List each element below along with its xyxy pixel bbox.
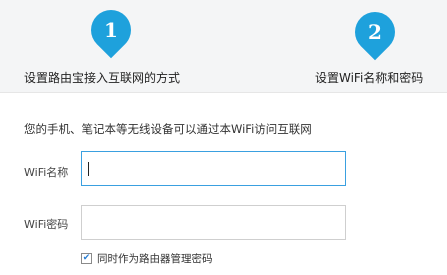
text-cursor	[88, 162, 89, 176]
step-1-pin-icon: 1	[82, 1, 140, 59]
wifi-password-input[interactable]	[81, 205, 346, 240]
wifi-password-label: WiFi密码	[24, 218, 69, 231]
step-1-number: 1	[104, 18, 118, 42]
wifi-setup-page: 1 设置路由宝接入互联网的方式 2 设置WiFi名称和密码 您的手机、笔记本等无…	[0, 0, 447, 275]
admin-password-checkbox[interactable]: ✔	[81, 253, 92, 264]
admin-password-option[interactable]: ✔ 同时作为路由器管理密码	[81, 251, 213, 266]
checkmark-icon: ✔	[82, 253, 91, 263]
wifi-name-label: WiFi名称	[24, 166, 69, 179]
wifi-name-input[interactable]	[81, 151, 346, 186]
step-1-label: 设置路由宝接入互联网的方式	[24, 71, 181, 85]
step-2-number: 2	[368, 20, 382, 44]
step-2-pin-icon: 2	[346, 3, 404, 61]
admin-password-checkbox-label: 同时作为路由器管理密码	[97, 253, 213, 265]
setup-steps-bar: 1 设置路由宝接入互联网的方式 2 设置WiFi名称和密码	[0, 0, 447, 93]
step-2-label: 设置WiFi名称和密码	[315, 71, 424, 85]
intro-text: 您的手机、笔记本等无线设备可以通过本WiFi访问互联网	[24, 122, 312, 136]
